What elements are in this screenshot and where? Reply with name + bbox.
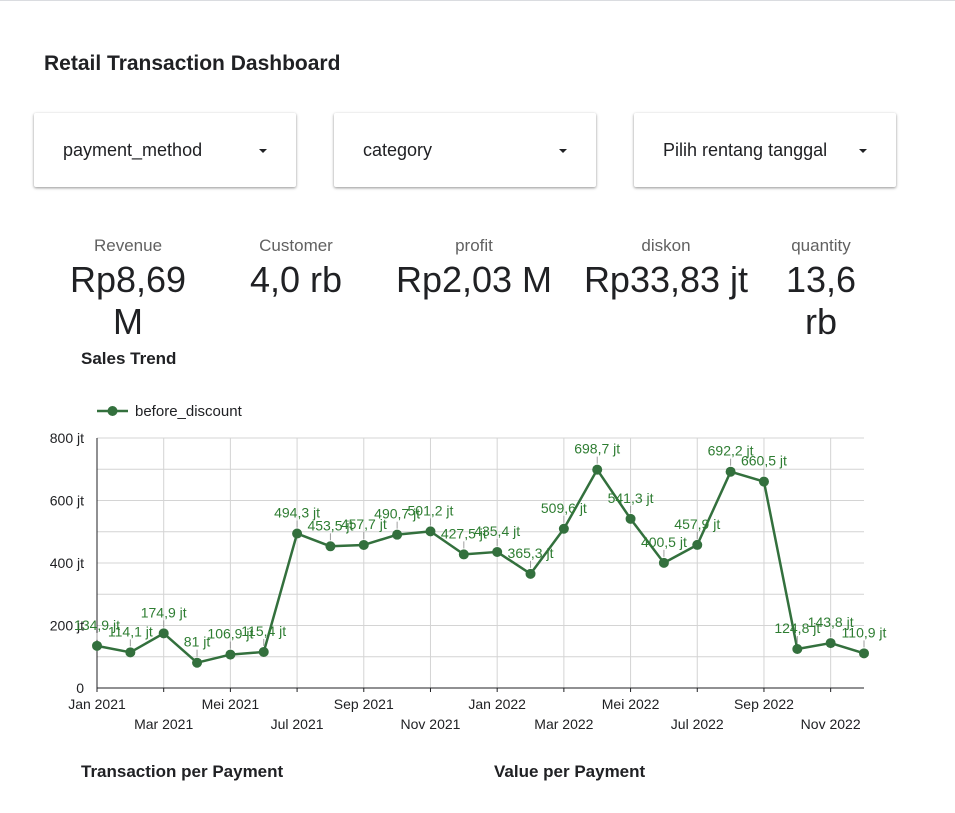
- sales-trend-chart: before_discount 0200 jt400 jt600 jt800 j…: [50, 403, 887, 732]
- category-filter-label: category: [363, 140, 433, 160]
- x-tick-label: Mei 2021: [202, 696, 260, 712]
- data-label: 174,9 jt: [141, 604, 187, 620]
- kpi-diskon: diskon Rp33,83 jt: [576, 236, 756, 301]
- data-point: [392, 529, 403, 540]
- data-point: [725, 466, 736, 477]
- x-tick-label: Mei 2022: [602, 696, 660, 712]
- data-point: [525, 568, 536, 579]
- x-tick-label: Nov 2022: [801, 716, 861, 732]
- data-label: 115,4 jt: [241, 623, 286, 639]
- kpi-profit-label: profit: [455, 236, 493, 255]
- top-divider: [0, 0, 955, 1]
- kpi-profit-value: Rp2,03 M: [395, 259, 553, 300]
- data-point: [658, 557, 669, 568]
- data-label: 81 jt: [184, 634, 211, 650]
- data-point: [458, 549, 469, 560]
- data-label: 365,3 jt: [508, 545, 554, 561]
- chart-legend: before_discount: [97, 403, 243, 420]
- data-point: [425, 526, 436, 537]
- x-tick-label: Mar 2022: [534, 716, 593, 732]
- kpi-quantity: quantity 13,6 rb: [766, 236, 876, 343]
- data-label: 509,6 jt: [541, 500, 587, 516]
- x-tick-label: Nov 2021: [401, 716, 461, 732]
- payment-method-filter-label: payment_method: [63, 140, 203, 160]
- data-point: [825, 638, 836, 649]
- category-filter[interactable]: category: [334, 113, 596, 187]
- kpi-quantity-label: quantity: [791, 236, 851, 255]
- x-tick-label: Jan 2022: [468, 696, 526, 712]
- chevron-down-icon: [859, 149, 867, 153]
- data-point: [192, 657, 203, 668]
- data-point: [625, 513, 636, 524]
- date-range-filter[interactable]: Pilih rentang tanggal: [634, 113, 896, 187]
- kpi-customer-label: Customer: [259, 236, 333, 255]
- data-label: 435,4 jt: [474, 523, 520, 539]
- data-point: [692, 539, 703, 550]
- y-tick-label: 600 jt: [50, 493, 84, 509]
- data-point: [492, 546, 503, 557]
- data-point: [258, 646, 269, 657]
- kpi-revenue-value: Rp8,69 M: [69, 259, 187, 342]
- kpi-customer: Customer 4,0 rb: [236, 236, 356, 301]
- data-point: [125, 647, 136, 658]
- data-label: 110,9 jt: [842, 624, 887, 640]
- legend-marker: [107, 406, 118, 416]
- data-point: [792, 644, 803, 654]
- transaction-per-payment-title: Transaction per Payment: [81, 762, 284, 781]
- data-point: [325, 541, 336, 552]
- sales-trend-title: Sales Trend: [81, 349, 177, 368]
- legend-label: before_discount: [135, 403, 243, 420]
- chevron-down-icon: [559, 149, 567, 153]
- kpi-revenue: Revenue Rp8,69 M: [56, 236, 200, 343]
- x-tick-label: Jan 2021: [68, 696, 126, 712]
- data-point: [758, 476, 769, 487]
- data-point: [225, 649, 236, 660]
- data-point: [592, 464, 603, 475]
- x-tick-label: Jul 2021: [271, 716, 324, 732]
- x-tick-label: Mar 2021: [134, 716, 193, 732]
- data-point: [158, 628, 169, 639]
- chevron-down-icon: [259, 149, 267, 153]
- kpi-revenue-label: Revenue: [93, 236, 163, 255]
- kpi-profit: profit Rp2,03 M: [389, 236, 559, 301]
- data-label: 400,5 jt: [641, 534, 687, 550]
- data-point: [358, 539, 369, 550]
- data-label: 457,9 jt: [674, 516, 720, 532]
- data-point: [92, 640, 102, 651]
- page-title: Retail Transaction Dashboard: [44, 52, 341, 75]
- kpi-customer-value: 4,0 rb: [249, 259, 343, 300]
- x-tick-label: Sep 2021: [334, 696, 394, 712]
- grid-lines: [97, 437, 864, 688]
- x-tick-label: Jul 2022: [671, 716, 724, 732]
- y-tick-label: 800 jt: [50, 430, 84, 446]
- data-label: 501,2 jt: [408, 502, 454, 518]
- data-point: [292, 528, 303, 539]
- x-tick-label: Sep 2022: [734, 696, 794, 712]
- data-label: 114,1 jt: [108, 623, 153, 639]
- value-per-payment-title: Value per Payment: [494, 762, 646, 781]
- data-label: 660,5 jt: [741, 453, 787, 469]
- payment-method-filter[interactable]: payment_method: [34, 113, 296, 187]
- kpi-diskon-value: Rp33,83 jt: [583, 259, 749, 300]
- y-tick-label: 400 jt: [50, 555, 84, 571]
- y-tick-label: 0: [76, 680, 84, 696]
- kpi-quantity-value: 13,6 rb: [785, 259, 857, 342]
- data-label: 541,3 jt: [608, 490, 654, 506]
- kpi-diskon-label: diskon: [641, 236, 691, 255]
- data-point: [859, 648, 869, 659]
- data-labels: 134,9 jt114,1 jt174,9 jt81 jt106,9 jt115…: [74, 441, 887, 657]
- date-range-filter-label: Pilih rentang tanggal: [663, 140, 828, 160]
- data-point: [558, 523, 569, 534]
- data-label: 698,7 jt: [574, 441, 620, 457]
